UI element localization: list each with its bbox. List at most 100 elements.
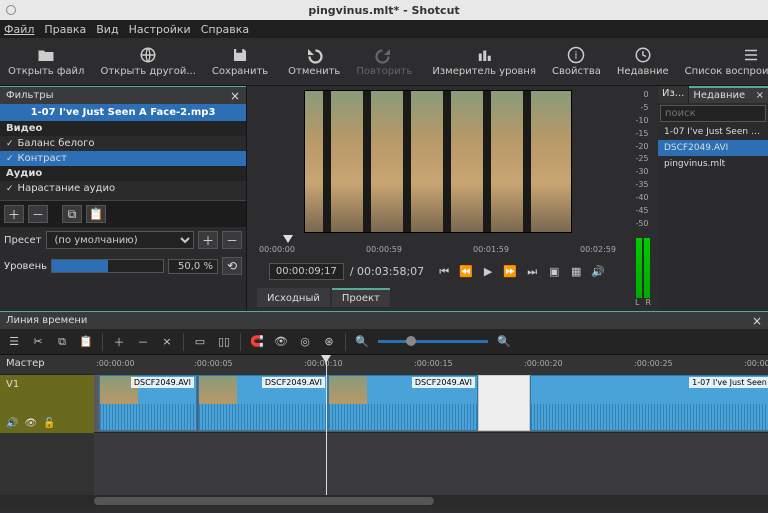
redo-icon	[375, 46, 393, 64]
grid-button[interactable]: ▦	[568, 265, 584, 279]
preset-select[interactable]: (по умолчанию)	[46, 231, 195, 249]
filter-item[interactable]: ✓Баланс белого	[0, 136, 246, 151]
timeline-body: Мастер V1 🔊 👁 🔓 :00:00:00:00:00:05:00:00…	[0, 355, 768, 495]
timeline-clip[interactable]: DSCF2049.AVI	[328, 375, 478, 431]
snap-icon[interactable]: 🧲	[249, 334, 265, 350]
timeline-playhead[interactable]	[326, 355, 327, 495]
titlebar: pingvinus.mlt* - Shotcut	[0, 0, 768, 20]
ruler-tick: :00:00:25	[634, 359, 673, 368]
track-header[interactable]: V1 🔊 👁 🔓	[0, 375, 94, 433]
ripple-icon[interactable]: ◎	[297, 334, 313, 350]
copy-icon[interactable]: ⧉	[54, 334, 70, 350]
menu-settings[interactable]: Настройки	[129, 23, 191, 36]
close-icon[interactable]: ×	[752, 314, 762, 328]
total-time: / 00:03:58;07	[350, 265, 424, 278]
clip-label: DSCF2049.AVI	[262, 377, 325, 388]
volume-button[interactable]: 🔊	[590, 265, 606, 279]
zoom-out-icon[interactable]: 🔍	[354, 334, 370, 350]
level-slider[interactable]	[51, 259, 164, 273]
playlist-button[interactable]: Список воспроизведения	[677, 42, 768, 81]
preview-video[interactable]	[304, 90, 572, 233]
timeline-clip[interactable]	[478, 375, 530, 431]
zoom-slider[interactable]	[378, 340, 488, 343]
add-filter-button[interactable]: ＋	[4, 205, 24, 223]
zoom-in-icon[interactable]: 🔍	[496, 334, 512, 350]
level-reset-button[interactable]: ⟲	[222, 257, 242, 275]
zoom-fit-button[interactable]: ▣	[546, 265, 562, 279]
remove-icon[interactable]: －	[135, 334, 151, 350]
properties-button[interactable]: i Свойства	[544, 42, 609, 81]
copy-filter-button[interactable]: ⧉	[62, 205, 82, 223]
tab-jobs[interactable]: Из...	[658, 86, 689, 103]
recent-item[interactable]: pingvinus.mlt	[658, 156, 768, 172]
tab-recent[interactable]: Недавние×	[689, 86, 768, 103]
recent-item[interactable]: 1-07 I've Just Seen A Fa...	[658, 124, 768, 140]
menubar: Файл Правка Вид Настройки Справка	[0, 20, 768, 38]
mute-icon[interactable]: 🔊	[6, 418, 18, 429]
preset-remove-button[interactable]: －	[222, 231, 242, 249]
undo-button[interactable]: Отменить	[280, 42, 348, 81]
ruler-tick: :00:00:05	[194, 359, 233, 368]
recent-button[interactable]: Недавние	[609, 42, 677, 81]
track-lane[interactable]: DSCF2049.AVIDSCF2049.AVIDSCF2049.AVI1-07…	[94, 375, 768, 433]
timeline-clip[interactable]: 1-07 I've Just Seen A Face-2.mp3	[530, 375, 768, 431]
recent-item[interactable]: DSCF2049.AVI	[658, 140, 768, 156]
close-icon[interactable]: ×	[230, 89, 240, 103]
peak-meter-button[interactable]: Измеритель уровня	[424, 42, 544, 81]
redo-button[interactable]: Повторить	[348, 42, 420, 81]
preview-ruler[interactable]: 00:00:00 00:00:59 00:01:59 00:02:59	[259, 235, 616, 257]
skip-start-button[interactable]: ⏮	[436, 265, 452, 279]
paste-icon[interactable]: 📋	[78, 334, 94, 350]
timeline-scrollbar[interactable]	[0, 495, 768, 507]
rewind-button[interactable]: ⏪	[458, 265, 474, 279]
window-close-icon[interactable]	[6, 5, 16, 15]
split-icon[interactable]: ▯▯	[216, 334, 232, 350]
append-icon[interactable]: ＋	[111, 334, 127, 350]
lift-icon[interactable]: ×	[159, 334, 175, 350]
meter-icon	[475, 46, 493, 64]
playhead-icon[interactable]	[283, 235, 293, 243]
tab-project[interactable]: Проект	[332, 288, 390, 307]
save-button[interactable]: Сохранить	[204, 42, 276, 81]
timeline-toolbar: ☰ ✂ ⧉ 📋 ＋ － × ▭ ▯▯ 🧲 👁 ◎ ⊛ 🔍 🔍	[0, 329, 768, 355]
overwrite-icon[interactable]: ▭	[192, 334, 208, 350]
paste-filter-button[interactable]: 📋	[86, 205, 106, 223]
preset-add-button[interactable]: ＋	[198, 231, 218, 249]
skip-end-button[interactable]: ⏭	[524, 265, 540, 279]
menu-help[interactable]: Справка	[201, 23, 249, 36]
search-input[interactable]	[660, 105, 766, 122]
tab-source[interactable]: Исходный	[257, 288, 330, 307]
close-icon[interactable]: ×	[756, 90, 764, 101]
scrub-icon[interactable]: 👁	[273, 334, 289, 350]
filter-item[interactable]: ✓Нарастание аудио	[0, 181, 246, 196]
meter-bar-right	[644, 238, 650, 298]
timeline-clip[interactable]: DSCF2049.AVI	[99, 375, 197, 431]
cut-icon[interactable]: ✂	[30, 334, 46, 350]
current-time[interactable]: 00:00:09;17	[269, 263, 344, 280]
open-other-button[interactable]: Открыть другой...	[92, 42, 203, 81]
checkbox-icon[interactable]: ✓	[6, 154, 14, 164]
filter-item[interactable]: ✓Контраст	[0, 151, 246, 166]
preset-label: Пресет	[4, 235, 42, 246]
remove-filter-button[interactable]: －	[28, 205, 48, 223]
hide-icon[interactable]: 👁	[24, 418, 37, 429]
undo-icon	[305, 46, 323, 64]
master-track-header[interactable]: Мастер	[0, 355, 94, 375]
timeline-panel-tab[interactable]: Линия времени ×	[0, 311, 768, 329]
checkbox-icon[interactable]: ✓	[6, 184, 14, 194]
menu-icon[interactable]: ☰	[6, 334, 22, 350]
timeline-ruler[interactable]: :00:00:00:00:00:05:00:00:10:00:00:15:00:…	[94, 355, 768, 375]
fast-forward-button[interactable]: ⏩	[502, 265, 518, 279]
menu-edit[interactable]: Правка	[44, 23, 86, 36]
lock-icon[interactable]: 🔓	[43, 418, 55, 429]
filters-panel-tab[interactable]: Фильтры ×	[0, 86, 246, 104]
open-file-button[interactable]: Открыть файл	[0, 42, 92, 81]
level-value[interactable]: 50,0 %	[168, 259, 218, 274]
menu-file[interactable]: Файл	[4, 23, 34, 36]
ripple-all-icon[interactable]: ⊛	[321, 334, 337, 350]
play-button[interactable]: ▶	[480, 265, 496, 279]
menu-view[interactable]: Вид	[96, 23, 118, 36]
main-toolbar: Открыть файл Открыть другой... Сохранить…	[0, 38, 768, 86]
timeline-clip[interactable]: DSCF2049.AVI	[198, 375, 328, 431]
checkbox-icon[interactable]: ✓	[6, 139, 14, 149]
